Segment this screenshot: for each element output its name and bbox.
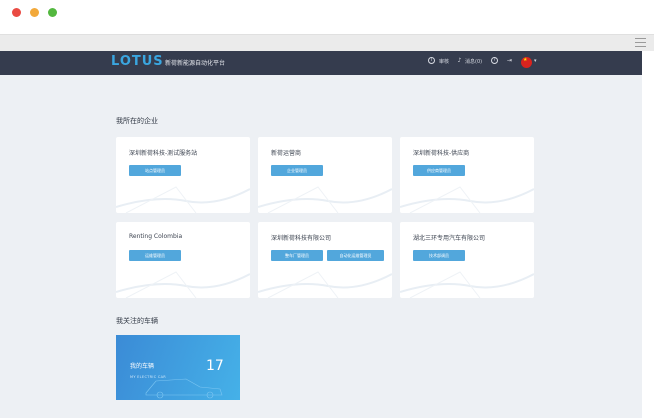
company-name: 深圳新荷科技-测试服务站 bbox=[129, 150, 198, 157]
role-tag[interactable]: 供应商管理员 bbox=[413, 165, 465, 176]
card-decoration bbox=[258, 271, 392, 298]
my-vehicles-sublabel: MY ELECTRIC CAR bbox=[130, 375, 167, 379]
scroll-track[interactable] bbox=[642, 51, 654, 418]
close-window-button[interactable] bbox=[12, 8, 21, 17]
company-card[interactable]: 深圳新荷科技-测试服务站 站点管理员 bbox=[116, 137, 250, 213]
chevron-down-icon[interactable]: ▾ bbox=[534, 58, 537, 64]
card-decoration bbox=[258, 186, 392, 213]
company-name: 深圳新荷科技-供应商 bbox=[413, 150, 470, 157]
vehicles-section-title: 我关注的车辆 bbox=[116, 317, 158, 325]
maximize-window-button[interactable] bbox=[48, 8, 57, 17]
info-icon[interactable]: i bbox=[428, 57, 435, 64]
company-name: 新荷运营商 bbox=[271, 150, 302, 157]
company-name: 湖北三环专用汽车有限公司 bbox=[413, 235, 486, 242]
menu-icon[interactable] bbox=[635, 38, 646, 50]
card-decoration bbox=[400, 186, 534, 213]
company-card[interactable]: Renting Colombia 运维管理员 bbox=[116, 222, 250, 298]
card-decoration bbox=[116, 271, 250, 298]
company-name: 深圳新荷科技有限公司 bbox=[271, 235, 332, 242]
companies-section-title: 我所在的企业 bbox=[116, 117, 158, 125]
logout-icon[interactable]: ⇥ bbox=[506, 57, 513, 64]
lotus-logo[interactable]: LOTUS bbox=[111, 54, 164, 69]
messages-link[interactable]: 消息(0) bbox=[465, 58, 482, 65]
review-link[interactable]: 审核 bbox=[439, 58, 449, 65]
app-title: 新荷新能源自动化平台 bbox=[165, 60, 226, 67]
vehicle-count: 17 bbox=[206, 358, 224, 374]
card-decoration bbox=[400, 271, 534, 298]
company-card[interactable]: 新荷运营商 企业管理员 bbox=[258, 137, 392, 213]
window-titlebar bbox=[0, 0, 654, 34]
help-icon[interactable]: ? bbox=[491, 57, 498, 64]
role-tag[interactable]: 自动化运维管理员 bbox=[327, 250, 384, 261]
role-tag[interactable]: 整车厂管理员 bbox=[271, 250, 323, 261]
company-card[interactable]: 湖北三环专用汽车有限公司 技术部调员 bbox=[400, 222, 534, 298]
role-tag[interactable]: 站点管理员 bbox=[129, 165, 181, 176]
role-tag[interactable]: 企业管理员 bbox=[271, 165, 323, 176]
minimize-window-button[interactable] bbox=[30, 8, 39, 17]
card-decoration bbox=[116, 186, 250, 213]
browser-toolbar bbox=[0, 34, 654, 51]
role-tag[interactable]: 运维管理员 bbox=[129, 250, 181, 261]
company-card[interactable]: 深圳新荷科技有限公司 整车厂管理员 自动化运维管理员 bbox=[258, 222, 392, 298]
company-name: Renting Colombia bbox=[129, 233, 183, 240]
bell-icon[interactable]: ♪ bbox=[456, 57, 463, 64]
role-tag[interactable]: 技术部调员 bbox=[413, 250, 465, 261]
app-header: LOTUS 新荷新能源自动化平台 i 审核 ♪ 消息(0) ? ⇥ ▾ bbox=[0, 51, 642, 75]
china-flag-icon[interactable] bbox=[521, 57, 532, 68]
company-card[interactable]: 深圳新荷科技-供应商 供应商管理员 bbox=[400, 137, 534, 213]
my-vehicles-label: 我的车辆 bbox=[130, 363, 155, 370]
